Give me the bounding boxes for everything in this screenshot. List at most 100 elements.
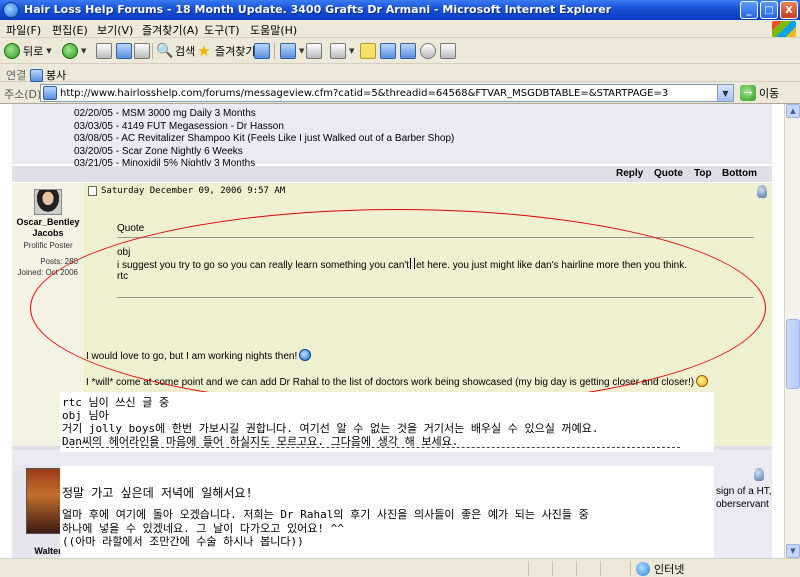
- quote-text-part: et here. you just might like dan's hairl…: [416, 260, 688, 271]
- favorites-button[interactable]: ★ 즐겨찾기: [196, 42, 255, 60]
- address-url[interactable]: http://www.hairlosshelp.com/forums/messa…: [60, 88, 717, 99]
- user-post-count: Posts: 280: [40, 257, 78, 266]
- links-bar: 연결 봉사: [0, 64, 800, 82]
- stop-icon: [96, 43, 112, 59]
- go-label: 이동: [759, 87, 780, 100]
- status-cell: [576, 561, 600, 576]
- status-cell: [552, 561, 576, 576]
- reply-text: I *will* come at some point and we can a…: [86, 375, 709, 388]
- signature-line: 03/08/05 - AC Revitalizer Shampoo Kit (F…: [74, 133, 455, 144]
- page-content: 02/20/05 - MSM 3000 mg Daily 3 Months 03…: [0, 104, 784, 558]
- menu-edit[interactable]: 편집(E): [52, 22, 88, 38]
- scroll-thumb[interactable]: [786, 319, 800, 389]
- links-item[interactable]: 봉사: [30, 67, 66, 83]
- user-joined: Joined: Oct 2006: [17, 268, 78, 277]
- menu-help[interactable]: 도움말(H): [250, 22, 297, 38]
- vertical-scrollbar[interactable]: ▲ ▼: [784, 104, 800, 558]
- translation-line: 정말 가고 싶은데 저녁에 일해서요!: [62, 486, 253, 500]
- quote-line: i suggest you try to go so you can reall…: [117, 258, 687, 271]
- gear-icon: [420, 43, 436, 59]
- top-link[interactable]: Top: [694, 168, 712, 179]
- signature-line: 03/03/05 - 4149 FUT Megasession - Dr Has…: [74, 120, 284, 132]
- menu-tools[interactable]: 도구(T): [204, 22, 240, 38]
- address-label: 주소(D): [4, 88, 42, 101]
- divider: [66, 447, 680, 448]
- avatar: [34, 189, 62, 215]
- quote-author: obj: [117, 247, 131, 258]
- security-zone: 인터넷: [636, 561, 684, 577]
- star-icon: ★: [197, 42, 211, 60]
- status-bar: 인터넷: [0, 558, 800, 577]
- extra-button[interactable]: [440, 42, 456, 60]
- document-icon: [88, 186, 97, 196]
- post-action-bar: Reply Quote Top Bottom: [12, 166, 772, 182]
- menu-bar: 파일(F) 편집(E) 보기(V) 즐겨찾기(A) 도구(T) 도움말(H): [0, 20, 800, 38]
- address-dropdown-icon[interactable]: ▼: [717, 85, 733, 101]
- mail-icon: [280, 43, 296, 59]
- lightbulb-icon[interactable]: [757, 185, 767, 198]
- home-button[interactable]: [134, 42, 150, 60]
- scroll-up-icon[interactable]: ▲: [786, 104, 800, 118]
- stop-button[interactable]: [96, 42, 112, 60]
- back-arrow-icon: [4, 43, 20, 59]
- history-button[interactable]: [254, 42, 270, 60]
- quote-divider: [117, 297, 754, 298]
- toolbar: 뒤로 ▼ ▼ 🔍 검색 ★ 즐겨찾기 ▼ ▼: [0, 38, 800, 64]
- messenger-button[interactable]: [380, 42, 396, 60]
- search-label: 검색: [175, 45, 196, 58]
- home-icon: [134, 43, 150, 59]
- reply-link[interactable]: Reply: [616, 168, 643, 179]
- post-date-text: Saturday December 09, 2006 9:57 AM: [101, 186, 286, 196]
- bottom-link[interactable]: Bottom: [722, 168, 757, 179]
- username[interactable]: Oscar_Bentley Jacobs: [12, 217, 84, 239]
- address-input[interactable]: http://www.hairlosshelp.com/forums/messa…: [40, 84, 734, 102]
- research-button[interactable]: [400, 42, 416, 60]
- tool-icon: [440, 43, 456, 59]
- quote-link[interactable]: Quote: [654, 168, 683, 179]
- close-button[interactable]: X: [780, 1, 798, 19]
- refresh-button[interactable]: [116, 42, 132, 60]
- quote-text: obj i suggest you try to go so you can r…: [117, 247, 687, 282]
- ie-logo-icon: [3, 2, 19, 18]
- forward-button[interactable]: ▼: [62, 42, 86, 60]
- go-button[interactable]: → 이동: [740, 85, 779, 101]
- print-button[interactable]: [306, 42, 322, 60]
- quote-divider: [117, 237, 754, 238]
- post-date: Saturday December 09, 2006 9:57 AM: [88, 186, 285, 196]
- translation-overlay: 정말 가고 싶은데 저녁에 일해서요! 얼마 후에 여기에 돌아 오겠습니다. …: [60, 466, 714, 558]
- signature-fragment: sign of a HT,: [716, 486, 772, 497]
- note-icon: [360, 43, 376, 59]
- menu-view[interactable]: 보기(V): [97, 22, 133, 38]
- settings-button[interactable]: [420, 42, 436, 60]
- menu-file[interactable]: 파일(F): [6, 22, 41, 38]
- back-label: 뒤로: [23, 45, 44, 58]
- toolbar-separator: [274, 43, 275, 59]
- minimize-button[interactable]: _: [740, 1, 758, 19]
- smiley-icon: [299, 349, 312, 361]
- chevron-down-icon: ▼: [46, 47, 52, 55]
- internet-globe-icon: [636, 562, 650, 576]
- mail-button[interactable]: ▼: [280, 42, 304, 60]
- reply-line-2: I *will* come at some point and we can a…: [86, 377, 695, 388]
- scroll-down-icon[interactable]: ▼: [786, 544, 800, 558]
- signature-fragment: oberservant: [716, 499, 769, 510]
- maximize-button[interactable]: □: [760, 1, 778, 19]
- signature-line: 03/20/05 - Scar Zone Nightly 6 Weeks: [74, 145, 243, 157]
- lightbulb-icon[interactable]: [754, 468, 764, 481]
- refresh-icon: [116, 43, 132, 59]
- window-controls: _ □ X: [740, 1, 798, 19]
- forward-arrow-icon: [62, 43, 78, 59]
- edit-button[interactable]: ▼: [330, 42, 354, 60]
- page-icon: [30, 68, 43, 82]
- go-arrow-icon: →: [740, 85, 756, 101]
- page-icon: [43, 86, 57, 100]
- search-button[interactable]: 🔍 검색: [156, 42, 195, 60]
- signature-lines: 02/20/05 - MSM 3000 mg Daily 3 Months 03…: [74, 108, 454, 171]
- menu-favorites[interactable]: 즐겨찾기(A): [142, 22, 199, 38]
- print-icon: [306, 43, 322, 59]
- discuss-button[interactable]: [360, 42, 376, 60]
- toolbar-separator: [152, 43, 153, 59]
- search-icon: 🔍: [156, 43, 174, 59]
- quote-signoff: rtc: [117, 271, 129, 282]
- back-button[interactable]: 뒤로 ▼: [4, 42, 52, 60]
